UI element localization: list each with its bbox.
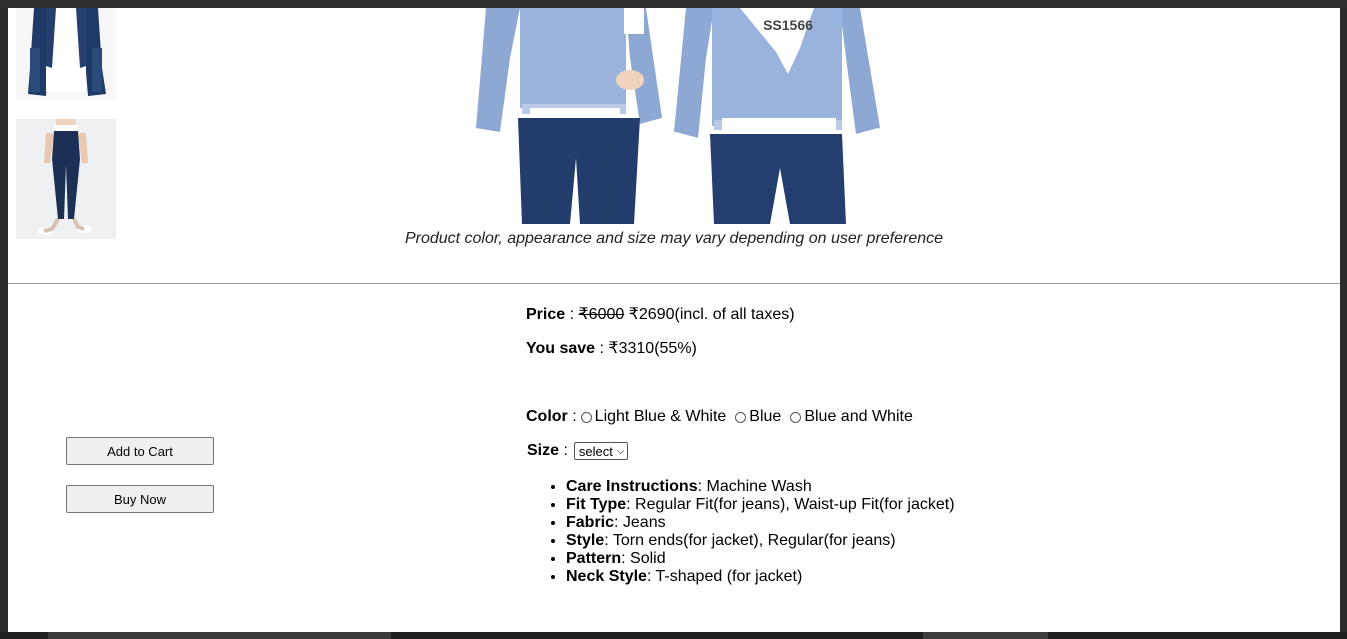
size-label: Size <box>527 442 560 459</box>
color-option-blue-and-white[interactable]: Blue and White <box>786 408 913 426</box>
list-item: Fit Type: Regular Fit(for jeans), Waist-… <box>566 496 955 514</box>
detail-value: : Machine Wash <box>697 478 812 495</box>
detail-key: Fabric <box>566 514 615 531</box>
size-separator: : <box>559 442 568 459</box>
thumbnail-jacket[interactable] <box>16 8 116 100</box>
detail-key: Neck Style <box>566 568 647 585</box>
product-page: SS1566 Product color, appearance and siz… <box>8 8 1340 632</box>
buy-now-button[interactable]: Buy Now <box>66 485 214 513</box>
detail-value: : Jeans <box>614 514 666 531</box>
savings-row: You save : ₹3310(55%) <box>526 338 697 358</box>
jeans-thumbnail-image <box>16 119 116 239</box>
product-tag-text: SS1566 <box>763 17 813 33</box>
add-to-cart-button[interactable]: Add to Cart <box>66 437 214 465</box>
price-label: Price <box>526 306 566 323</box>
detail-key: Fit Type <box>566 496 627 513</box>
list-item: Care Instructions: Machine Wash <box>566 478 955 496</box>
size-dropdown[interactable]: select ⌵ <box>573 442 629 460</box>
original-price: ₹6000 <box>578 306 625 323</box>
color-option-label: Blue and White <box>804 408 913 425</box>
taskbar-segment <box>923 632 1048 639</box>
main-product-image[interactable]: SS1566 <box>470 8 880 224</box>
price-separator: : <box>565 306 579 323</box>
radio-button[interactable] <box>735 411 747 423</box>
savings-amount: ₹3310(55%) <box>608 340 697 357</box>
detail-value: : Solid <box>621 550 666 567</box>
list-item: Fabric: Jeans <box>566 514 955 532</box>
product-photo: SS1566 <box>470 8 880 224</box>
color-option-label: Blue <box>749 408 782 425</box>
list-item: Neck Style: T-shaped (for jacket) <box>566 568 955 586</box>
list-item: Pattern: Solid <box>566 550 955 568</box>
color-label: Color <box>526 408 568 425</box>
window-top-bar <box>0 0 1347 8</box>
sale-price: ₹2690 <box>628 306 675 323</box>
taskbar-segment <box>48 632 391 639</box>
detail-key: Pattern <box>566 550 622 567</box>
color-option-light-blue-white[interactable]: Light Blue & White <box>577 408 727 426</box>
section-divider <box>8 283 1340 284</box>
color-option-blue[interactable]: Blue <box>731 408 781 426</box>
savings-label: You save <box>526 340 596 357</box>
jacket-thumbnail-image <box>16 8 116 100</box>
thumbnail-jeans[interactable] <box>16 119 116 239</box>
savings-separator: : <box>595 340 609 357</box>
radio-button[interactable] <box>580 411 592 423</box>
detail-value: : T-shaped (for jacket) <box>646 568 803 585</box>
price-row: Price : ₹6000 ₹2690(incl. of all taxes) <box>526 304 795 324</box>
detail-value: : Torn ends(for jacket), Regular(for jea… <box>604 532 896 549</box>
window-bottom-bar <box>0 632 1347 639</box>
detail-key: Style <box>566 532 605 549</box>
tax-note: (incl. of all taxes) <box>674 306 795 323</box>
product-disclaimer: Product color, appearance and size may v… <box>404 230 944 247</box>
list-item: Style: Torn ends(for jacket), Regular(fo… <box>566 532 955 550</box>
radio-button[interactable] <box>790 411 802 423</box>
product-details-list: Care Instructions: Machine Wash Fit Type… <box>548 478 955 586</box>
color-separator: : <box>567 408 577 425</box>
color-option-label: Light Blue & White <box>594 408 727 425</box>
chevron-down-icon: ⌵ <box>616 445 625 457</box>
detail-value: : Regular Fit(for jeans), Waist-up Fit(f… <box>626 496 955 513</box>
size-dropdown-value: select <box>578 443 613 459</box>
detail-key: Care Instructions <box>566 478 698 495</box>
size-selector-row: Size : select ⌵ <box>527 442 629 460</box>
color-selector: Color : Light Blue & White Blue Blue and… <box>526 408 918 426</box>
